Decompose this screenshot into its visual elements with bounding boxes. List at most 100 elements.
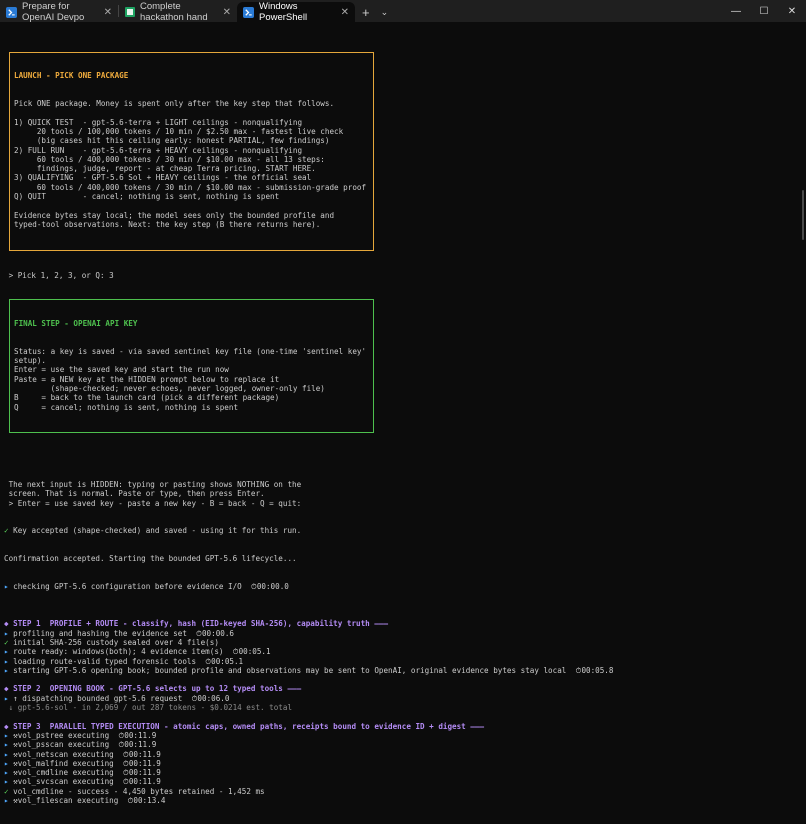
- title-bar: Prepare for OpenAI Devpo ✕ Complete hack…: [0, 0, 806, 23]
- hidden-notice-line: screen. That is normal. Paste or type, t…: [4, 489, 265, 499]
- api-key-box: FINAL STEP - OPENAI API KEY Status: a ke…: [9, 299, 374, 434]
- log-line: ▸ ⚒vol_svcscan executing ⏱00:11.9: [4, 777, 802, 786]
- arrow-icon: ▸: [4, 796, 9, 806]
- launch-line: Pick ONE package. Money is spent only af…: [14, 99, 335, 109]
- elapsed-time: 00:05.8: [581, 665, 614, 675]
- check-icon: ✓: [4, 786, 9, 796]
- log-text: ⚒vol_netscan executing: [13, 749, 114, 759]
- log-line: ▸ ⚒vol_netscan executing ⏱00:11.9: [4, 750, 802, 759]
- arrow-icon: ▸: [4, 740, 9, 750]
- launch-box: LAUNCH - PICK ONE PACKAGE Pick ONE packa…: [9, 51, 374, 251]
- close-icon[interactable]: ✕: [341, 7, 349, 18]
- terminal-output[interactable]: LAUNCH - PICK ONE PACKAGE Pick ONE packa…: [0, 22, 806, 805]
- hidden-notice-line: > Enter = use saved key - paste a new ke…: [4, 498, 302, 508]
- log-line: ▸ ⚒vol_malfind executing ⏱00:11.9: [4, 759, 802, 768]
- launch-line: [14, 201, 373, 210]
- arrow-icon: ▸: [4, 730, 9, 740]
- log-line: ▸ ⚒vol_pstree executing ⏱00:11.9: [4, 731, 802, 740]
- tab-hackathon[interactable]: Complete hackathon hand ✕: [119, 1, 237, 23]
- log-text: ↑ dispatching bounded gpt-5.6 request: [13, 693, 183, 703]
- launch-line: 3) QUALIFYING - GPT-5.6 Sol + HEAVY ceil…: [14, 173, 312, 183]
- arrow-icon: ▸: [4, 777, 9, 787]
- log-text: ⚒vol_pstree executing: [13, 730, 110, 740]
- spreadsheet-icon: [125, 7, 135, 17]
- key-line: Status: a key is saved - via saved senti…: [14, 346, 367, 356]
- elapsed-time: 00:00.6: [201, 628, 234, 638]
- scrollbar[interactable]: [802, 190, 804, 240]
- log-text: starting GPT-5.6 opening book; bounded p…: [13, 665, 567, 675]
- log-line: ✓ initial SHA-256 custody sealed over 4 …: [4, 638, 802, 647]
- log-text: ⚒vol_psscan executing: [13, 740, 110, 750]
- chevron-down-icon[interactable]: ⌄: [377, 2, 393, 22]
- launch-box-title: LAUNCH - PICK ONE PACKAGE: [14, 71, 129, 81]
- api-key-box-lines: Status: a key is saved - via saved senti…: [14, 347, 373, 412]
- arrow-icon: ▸: [4, 665, 9, 675]
- check-icon: ✓: [4, 526, 14, 536]
- log-line: ▸ loading route-valid typed forensic too…: [4, 657, 802, 666]
- launch-line: Q) QUIT - cancel; nothing is sent, nothi…: [14, 192, 280, 202]
- tab-label: Prepare for OpenAI Devpo: [22, 1, 85, 23]
- arrow-icon: ▸: [4, 768, 9, 778]
- launch-line: Evidence bytes stay local; the model see…: [14, 210, 335, 220]
- elapsed-time: 00:06.0: [197, 693, 230, 703]
- elapsed-time: 00:11.9: [128, 777, 161, 787]
- new-tab-button[interactable]: +: [355, 2, 377, 22]
- arrow-icon: ▸: [4, 693, 9, 703]
- key-line: B = back to the launch card (pick a diff…: [14, 393, 280, 403]
- elapsed-time: 00:11.9: [128, 749, 161, 759]
- minimize-button[interactable]: —: [722, 0, 750, 22]
- log-line: ▸ ↑ dispatching bounded gpt-5.6 request …: [4, 694, 802, 703]
- log-line: ✓ vol_cmdline - success - 4,450 bytes re…: [4, 787, 802, 796]
- launch-line: 2) FULL RUN - gpt-5.6-terra + HEAVY ceil…: [14, 145, 303, 155]
- log-text: profiling and hashing the evidence set: [13, 628, 187, 638]
- elapsed-time: 00:11.9: [124, 730, 157, 740]
- key-line: (shape-checked; never echoes, never logg…: [14, 383, 325, 393]
- log-line: ▸ starting GPT-5.6 opening book; bounded…: [4, 666, 802, 675]
- log-line: ▸ profiling and hashing the evidence set…: [4, 629, 802, 638]
- confirmation-line: Confirmation accepted. Starting the boun…: [4, 554, 297, 564]
- powershell-icon: [243, 6, 254, 18]
- tab-powershell[interactable]: Windows PowerShell ✕: [237, 1, 355, 23]
- api-key-box-title: FINAL STEP - OPENAI API KEY: [14, 318, 138, 328]
- log-line: ▸ ⚒vol_filescan executing ⏱00:13.4: [4, 796, 802, 805]
- log-line: ↓ gpt-5.6-sol - in 2,069 / out 287 token…: [4, 703, 802, 712]
- launch-line: 1) QUICK TEST - gpt-5.6-terra + LIGHT ce…: [14, 117, 303, 127]
- hidden-notice: The next input is HIDDEN: typing or past…: [4, 480, 802, 508]
- log-text: route ready: windows(both); 4 evidence i…: [13, 647, 224, 657]
- close-icon[interactable]: ✕: [223, 7, 231, 18]
- log-text: ↓ gpt-5.6-sol - in 2,069 / out 287 token…: [4, 703, 293, 713]
- elapsed-time: 00:11.9: [128, 768, 161, 778]
- launch-line: 60 tools / 400,000 tokens / 30 min / $10…: [14, 182, 367, 192]
- arrow-icon: ▸: [4, 749, 9, 759]
- log-text: ⚒vol_cmdline executing: [13, 768, 114, 778]
- key-accepted-line: ✓ Key accepted (shape-checked) and saved…: [4, 526, 302, 536]
- elapsed-time: 00:13.4: [133, 796, 166, 806]
- log-text: initial SHA-256 custody sealed over 4 fi…: [13, 638, 219, 647]
- close-window-button[interactable]: ✕: [778, 0, 806, 22]
- hidden-notice-line: The next input is HIDDEN: typing or past…: [4, 479, 302, 489]
- log-text: vol_cmdline - success - 4,450 bytes reta…: [13, 786, 265, 796]
- log-line: ▸ ⚒vol_cmdline executing ⏱00:11.9: [4, 768, 802, 777]
- key-line: Paste = a NEW key at the HIDDEN prompt b…: [14, 374, 280, 384]
- launch-line: 20 tools / 100,000 tokens / 10 min / $2.…: [14, 126, 344, 136]
- steps-log: ◆ STEP 1 PROFILE + ROUTE - classify, has…: [4, 610, 802, 805]
- log-text: loading route-valid typed forensic tools: [13, 656, 197, 666]
- close-icon[interactable]: ✕: [104, 7, 112, 18]
- launch-line: typed-tool observations. Next: the key s…: [14, 219, 321, 229]
- launch-line: [14, 108, 373, 117]
- log-text: ⚒vol_malfind executing: [13, 758, 114, 768]
- launch-line: (big cases hit this ceiling early: hones…: [14, 136, 330, 146]
- tab-label: Windows PowerShell: [259, 1, 308, 23]
- maximize-button[interactable]: ☐: [750, 0, 778, 22]
- log-line: ▸ ⚒vol_psscan executing ⏱00:11.9: [4, 740, 802, 749]
- step-header: ◆ STEP 1 PROFILE + ROUTE - classify, has…: [4, 619, 389, 629]
- elapsed-time: 00:11.9: [128, 758, 161, 768]
- arrow-icon: ▸: [4, 628, 9, 638]
- elapsed-time: 00:05.1: [211, 656, 244, 666]
- tab-prepare[interactable]: Prepare for OpenAI Devpo ✕: [0, 1, 118, 23]
- elapsed-time: 00:11.9: [124, 740, 157, 750]
